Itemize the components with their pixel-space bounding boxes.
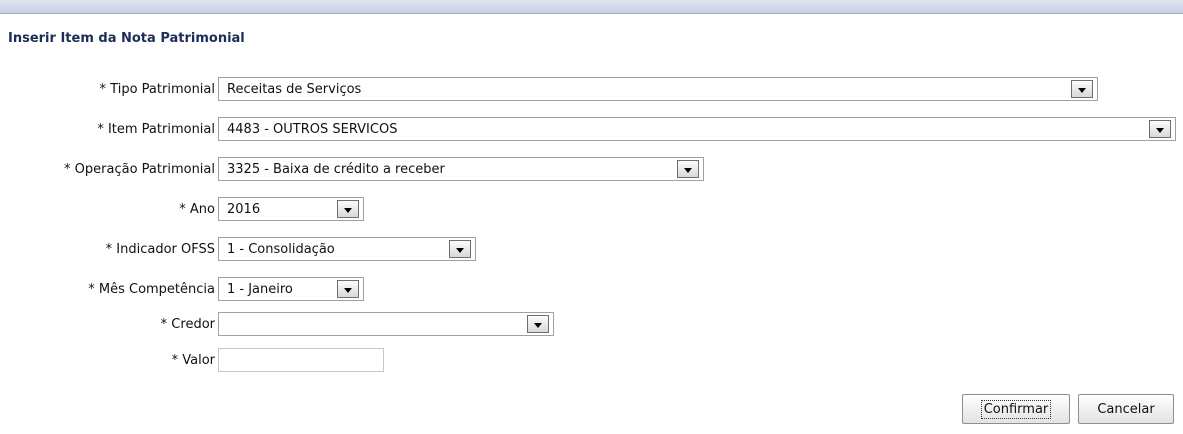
form-panel: Inserir Item da Nota Patrimonial * Tipo … [0, 14, 1183, 434]
item-patrimonial-dropdown-button[interactable] [1149, 120, 1171, 138]
cancel-button[interactable]: Cancelar [1078, 394, 1174, 424]
indicador-ofss-value: 1 - Consolidação [227, 242, 335, 257]
valor-label: * Valor [171, 353, 215, 368]
operacao-patrimonial-select[interactable]: 3325 - Baixa de crédito a receber [218, 157, 704, 181]
credor-label: * Credor [160, 317, 215, 332]
tipo-patrimonial-value: Receitas de Serviços [227, 82, 362, 97]
chevron-down-icon [1156, 128, 1164, 133]
item-patrimonial-select[interactable]: 4483 - OUTROS SERVICOS [218, 117, 1176, 141]
indicador-ofss-select[interactable]: 1 - Consolidação [218, 237, 476, 261]
ano-dropdown-button[interactable] [337, 200, 359, 218]
item-patrimonial-label: * Item Patrimonial [97, 122, 215, 137]
tipo-patrimonial-dropdown-button[interactable] [1071, 80, 1093, 98]
mes-competencia-value: 1 - Janeiro [227, 282, 293, 297]
mes-competencia-dropdown-button[interactable] [337, 280, 359, 298]
chevron-down-icon [344, 208, 352, 213]
window-top-bar [0, 0, 1183, 14]
ano-select[interactable]: 2016 [218, 197, 364, 221]
ano-label: * Ano [179, 202, 215, 217]
chevron-down-icon [344, 288, 352, 293]
valor-input[interactable] [218, 348, 384, 372]
mes-competencia-label: * Mês Competência [88, 282, 215, 297]
confirm-button-label: Confirmar [980, 399, 1052, 419]
credor-dropdown-button[interactable] [527, 315, 549, 333]
indicador-ofss-label: * Indicador OFSS [105, 242, 215, 257]
chevron-down-icon [684, 168, 692, 173]
chevron-down-icon [1078, 88, 1086, 93]
chevron-down-icon [534, 323, 542, 328]
dialog-title: Inserir Item da Nota Patrimonial [8, 31, 245, 46]
item-patrimonial-value: 4483 - OUTROS SERVICOS [227, 122, 398, 137]
tipo-patrimonial-select[interactable]: Receitas de Serviços [218, 77, 1098, 101]
indicador-ofss-dropdown-button[interactable] [449, 240, 471, 258]
chevron-down-icon [456, 248, 464, 253]
tipo-patrimonial-label: * Tipo Patrimonial [99, 82, 215, 97]
ano-value: 2016 [227, 202, 261, 217]
operacao-patrimonial-dropdown-button[interactable] [677, 160, 699, 178]
operacao-patrimonial-value: 3325 - Baixa de crédito a receber [227, 162, 445, 177]
credor-select[interactable] [218, 312, 554, 336]
mes-competencia-select[interactable]: 1 - Janeiro [218, 277, 364, 301]
confirm-button[interactable]: Confirmar [962, 394, 1070, 424]
operacao-patrimonial-label: * Operação Patrimonial [64, 162, 215, 177]
